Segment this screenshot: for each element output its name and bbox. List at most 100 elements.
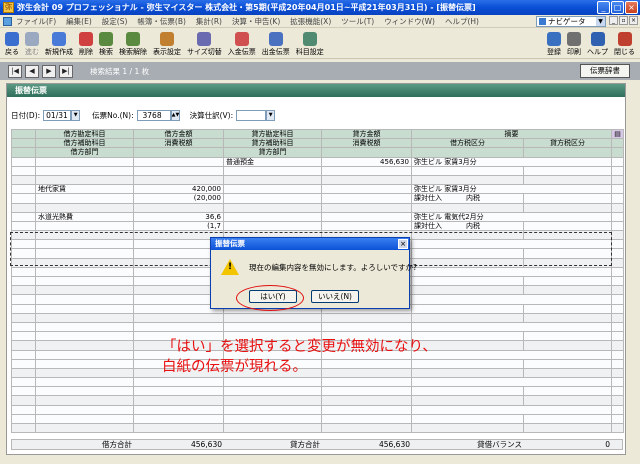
row-end[interactable] <box>611 395 624 406</box>
last-slip-button[interactable]: ▶| <box>59 64 73 78</box>
credit-sub-cell[interactable] <box>223 413 322 425</box>
debit-account-cell[interactable]: 地代家賃 <box>35 184 134 195</box>
debit-account-cell[interactable] <box>35 156 134 167</box>
row-marker[interactable] <box>11 367 36 379</box>
credit-dept-cell[interactable] <box>223 422 322 434</box>
credit-amount-cell[interactable] <box>321 377 412 388</box>
debit-tax-class-cell[interactable]: 課対仕入 内税 <box>411 220 524 232</box>
row-marker[interactable] <box>11 156 36 167</box>
search-clear-button[interactable]: 検索解除 <box>116 29 150 59</box>
row-marker[interactable] <box>11 202 36 213</box>
debit-tax-cell[interactable] <box>133 413 224 425</box>
row-end[interactable] <box>611 285 624 296</box>
spacer-cell[interactable] <box>411 285 524 296</box>
menu-file[interactable]: ファイル(F) <box>16 16 56 27</box>
credit-tax-class-cell[interactable] <box>523 303 612 314</box>
delete-button[interactable]: 削除 <box>76 29 96 59</box>
debit-dept-cell[interactable] <box>35 395 134 406</box>
deposit-slip-button[interactable]: 入金伝票 <box>225 29 259 59</box>
row-marker[interactable] <box>11 285 36 296</box>
debit-amount-cell[interactable]: 36,6 <box>133 211 224 222</box>
table-row[interactable] <box>11 386 624 397</box>
memo-cell[interactable]: 弥生ビル 家賃3月分 <box>411 184 612 195</box>
debit-sub-cell[interactable] <box>35 386 134 397</box>
withdrawal-slip-button[interactable]: 出金伝票 <box>259 29 293 59</box>
debit-tax-class-cell[interactable] <box>411 303 524 314</box>
row-marker[interactable] <box>11 404 36 415</box>
credit-amount-cell[interactable] <box>321 404 412 415</box>
spacer-cell[interactable] <box>523 422 612 434</box>
new-document-button[interactable]: 新規作成 <box>42 29 76 59</box>
row-end[interactable] <box>611 386 624 397</box>
spacer-cell[interactable] <box>321 174 412 186</box>
row-marker[interactable] <box>11 303 36 314</box>
row-marker[interactable] <box>11 395 36 406</box>
debit-sub-cell[interactable] <box>35 413 134 425</box>
row-end[interactable] <box>611 275 624 287</box>
credit-account-cell[interactable] <box>223 211 322 222</box>
credit-amount-cell[interactable] <box>321 184 412 195</box>
menu-reports[interactable]: 集計(R) <box>196 16 222 27</box>
row-end[interactable] <box>611 220 624 232</box>
memo-cell[interactable] <box>411 377 612 388</box>
row-end[interactable] <box>611 367 624 379</box>
credit-account-cell[interactable] <box>223 184 322 195</box>
row-end[interactable] <box>611 174 624 186</box>
row-end[interactable] <box>611 321 624 333</box>
credit-sub-cell[interactable] <box>223 220 322 232</box>
row-marker[interactable] <box>11 340 36 351</box>
spacer-cell[interactable] <box>523 340 612 351</box>
row-end[interactable] <box>611 331 624 342</box>
credit-dept-cell[interactable] <box>223 202 322 213</box>
credit-dept-cell[interactable] <box>223 395 322 406</box>
credit-account-cell[interactable] <box>223 404 322 415</box>
debit-dept-cell[interactable] <box>35 312 134 323</box>
table-row[interactable]: 地代家賃 420,000 弥生ビル 家賃3月分 <box>11 184 624 195</box>
table-row[interactable] <box>11 165 624 176</box>
memo-cell[interactable] <box>411 349 612 360</box>
memo-cell[interactable] <box>411 266 612 278</box>
debit-dept-cell[interactable] <box>35 340 134 351</box>
spacer-cell[interactable] <box>411 174 524 186</box>
credit-tax-class-cell[interactable] <box>523 220 612 232</box>
credit-amount-cell[interactable] <box>321 211 412 222</box>
credit-amount-cell[interactable]: 456,630 <box>321 156 412 167</box>
row-marker[interactable] <box>11 422 36 434</box>
memo-cell[interactable] <box>411 404 612 415</box>
debit-sub-cell[interactable] <box>35 193 134 204</box>
mdi-minimize-button[interactable]: _ <box>609 16 618 25</box>
spacer-cell[interactable] <box>411 422 524 434</box>
debit-account-cell[interactable] <box>35 377 134 388</box>
debit-tax-class-cell[interactable] <box>411 275 524 287</box>
help-button[interactable]: ヘルプ <box>584 29 611 59</box>
row-marker[interactable] <box>11 386 36 397</box>
memo-cell[interactable]: 弥生ビル 家賃3月分 <box>411 156 612 167</box>
debit-sub-cell[interactable] <box>35 358 134 369</box>
debit-amount-cell[interactable] <box>133 156 224 167</box>
minimize-button[interactable]: _ <box>597 1 610 14</box>
row-end[interactable] <box>611 266 624 278</box>
credit-tax-cell[interactable] <box>321 386 412 397</box>
spacer-cell[interactable] <box>411 202 524 213</box>
close-icon[interactable]: × <box>398 239 408 249</box>
debit-tax-cell[interactable]: (1,7 <box>133 220 224 232</box>
memo-cell[interactable] <box>411 321 612 333</box>
menu-books[interactable]: 帳簿・伝票(B) <box>137 16 186 27</box>
row-end[interactable] <box>611 202 624 213</box>
memo-cell[interactable] <box>411 294 612 305</box>
menu-window[interactable]: ウィンドウ(W) <box>384 16 435 27</box>
spacer-cell[interactable] <box>133 202 224 213</box>
memo-edit-icon[interactable]: ▤ <box>611 128 624 140</box>
spacer-cell[interactable] <box>133 395 224 406</box>
row-end[interactable] <box>611 211 624 222</box>
debit-tax-cell[interactable]: (20,000 <box>133 193 224 204</box>
table-row[interactable] <box>11 312 624 323</box>
menu-edit[interactable]: 編集(E) <box>66 16 92 27</box>
debit-sub-cell[interactable] <box>35 275 134 287</box>
credit-sub-cell[interactable] <box>223 165 322 176</box>
row-marker[interactable] <box>11 413 36 425</box>
debit-sub-cell[interactable] <box>35 220 134 232</box>
credit-tax-class-cell[interactable] <box>523 165 612 176</box>
row-marker[interactable] <box>11 266 36 278</box>
row-end[interactable] <box>611 422 624 434</box>
